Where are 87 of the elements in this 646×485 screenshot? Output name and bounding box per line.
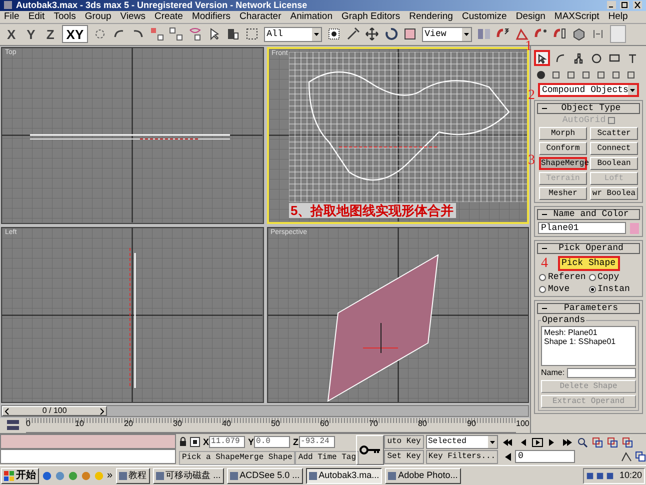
object-type-button[interactable]: Connect (590, 142, 638, 156)
axis-constraint-button[interactable]: Y (24, 25, 38, 44)
rollout-header[interactable]: Parameters (537, 303, 640, 314)
rollout-header[interactable]: Name and Color (537, 209, 640, 220)
axis-label: Z (293, 438, 299, 447)
menu-item[interactable]: Group (84, 12, 112, 22)
callout-number: 4 (541, 257, 548, 272)
ruler-label: 40 (222, 420, 231, 428)
start-button[interactable]: 开始 (1, 468, 39, 484)
radio-label: Move (548, 285, 570, 294)
key-filters-button[interactable]: Key Filters... (426, 450, 498, 464)
radio-label: Instan (598, 285, 630, 294)
ruler-label: 100 (516, 420, 530, 428)
pick-shape-button[interactable]: Pick Shape (558, 256, 620, 272)
menu-item[interactable]: Help (608, 12, 628, 22)
taskbar-button[interactable]: 教程 (116, 468, 150, 484)
object-name-field[interactable]: Plane01 (538, 222, 626, 234)
overflow-chevron[interactable]: » (107, 470, 113, 481)
window-title: Autobak3.max - 3ds max 5 - Unregistered Version - Network License (16, 0, 308, 10)
radio-label: Referen (548, 273, 586, 282)
axis-constraint-button[interactable]: XY (62, 25, 88, 44)
object-type-button[interactable]: Morph (539, 127, 587, 140)
taskbar-button[interactable]: ACDSee 5.0 ... (226, 468, 303, 484)
ruler-label: 70 (369, 420, 378, 428)
key-mode-dropdown[interactable]: Selected (426, 435, 498, 450)
axis-constraint-button[interactable]: X (4, 25, 19, 44)
ruler-label: 90 (467, 420, 476, 428)
rollout-header[interactable]: Pick Operand (537, 243, 640, 254)
menu-item[interactable]: Character (240, 12, 282, 22)
menu-item[interactable]: Edit (28, 12, 45, 22)
object-type-button[interactable]: Scatter (590, 127, 638, 140)
operand-item[interactable]: Mesh: Plane01 (544, 328, 633, 338)
name-label: Name: (541, 369, 565, 378)
frame-counter: 0 / 100 (42, 407, 67, 416)
rollout-header[interactable]: Object Type (537, 103, 640, 114)
menu-item[interactable]: Rendering (409, 12, 453, 22)
ruler-label: 60 (320, 420, 329, 428)
ruler-label: 10 (75, 420, 84, 428)
menu-item[interactable]: Design (516, 12, 546, 22)
menu-item[interactable]: Customize (462, 12, 507, 22)
ruler-label: 30 (173, 420, 182, 428)
rollout-title: Pick Operand (558, 244, 624, 254)
rollout-title: Object Type (560, 104, 622, 114)
operands-list[interactable]: Mesh: Plane01 Shape 1: SShape01 (541, 326, 636, 366)
menu-item[interactable]: Tools (54, 12, 76, 22)
menu-item[interactable]: Views (120, 12, 146, 22)
menu-item[interactable]: MAXScript (554, 12, 600, 22)
object-type-button[interactable]: Mesher (539, 187, 587, 200)
axis-constraint-button[interactable]: Z (43, 25, 58, 44)
time-slider-track[interactable]: 0 / 100 (1, 405, 529, 418)
set-key-button[interactable]: Set Key (384, 450, 424, 464)
taskbar-button[interactable]: Adobe Photo... (385, 468, 461, 484)
prompt-text: Pick a ShapeMerge Shape (179, 450, 296, 465)
reference-coordinate-dropdown[interactable]: View (422, 26, 472, 42)
ruler-label: 80 (418, 420, 427, 428)
operand-item[interactable]: Shape 1: SShape01 (544, 337, 633, 346)
coordinate-field[interactable]: 0.0 (254, 436, 290, 448)
add-time-tag-button[interactable]: Add Time Tag (295, 450, 360, 465)
group-label: Operands (541, 316, 586, 326)
ruler-label: 20 (124, 420, 133, 428)
ruler-label: 0 (26, 420, 30, 428)
ruler-label: 50 (271, 420, 280, 428)
menu-item[interactable]: Create (154, 12, 183, 22)
menu-item[interactable]: Modifiers (192, 12, 231, 22)
object-type-button[interactable]: wr Boolea (590, 187, 638, 200)
auto-key-button[interactable]: uto Key (384, 435, 424, 450)
rollout-title: Name and Color (552, 210, 630, 220)
rollout-title: Parameters (562, 304, 619, 314)
axis-label: Y (248, 438, 254, 447)
coordinate-field[interactable]: -93.24 (298, 436, 335, 448)
taskbar-button[interactable]: Autobak3.ma... (306, 468, 382, 484)
clock: 10:20 (619, 471, 642, 480)
caption-text: 5、拾取地图线实现形体合并 (288, 202, 456, 218)
selection-filter-dropdown[interactable]: All (264, 26, 322, 42)
time-slider-thumb[interactable]: 0 / 100 (2, 406, 108, 416)
object-type-button[interactable]: Boolean (590, 157, 638, 170)
menu-item[interactable]: File (4, 12, 20, 22)
radio-label: Copy (598, 273, 620, 282)
menu-item[interactable]: Animation (290, 12, 332, 22)
axis-label: X (203, 438, 210, 447)
taskbar-button[interactable]: 可移动磁盘 ... (152, 468, 224, 484)
coordinate-field[interactable]: 11.079 (209, 436, 246, 448)
category-dropdown[interactable]: Compound Objects (538, 83, 639, 98)
autogrid-label: AutoGrid (562, 116, 606, 126)
object-type-button[interactable]: Conform (539, 142, 587, 156)
current-frame-field[interactable]: 0 (515, 450, 575, 464)
menu-item[interactable]: Graph Editors (341, 12, 400, 22)
